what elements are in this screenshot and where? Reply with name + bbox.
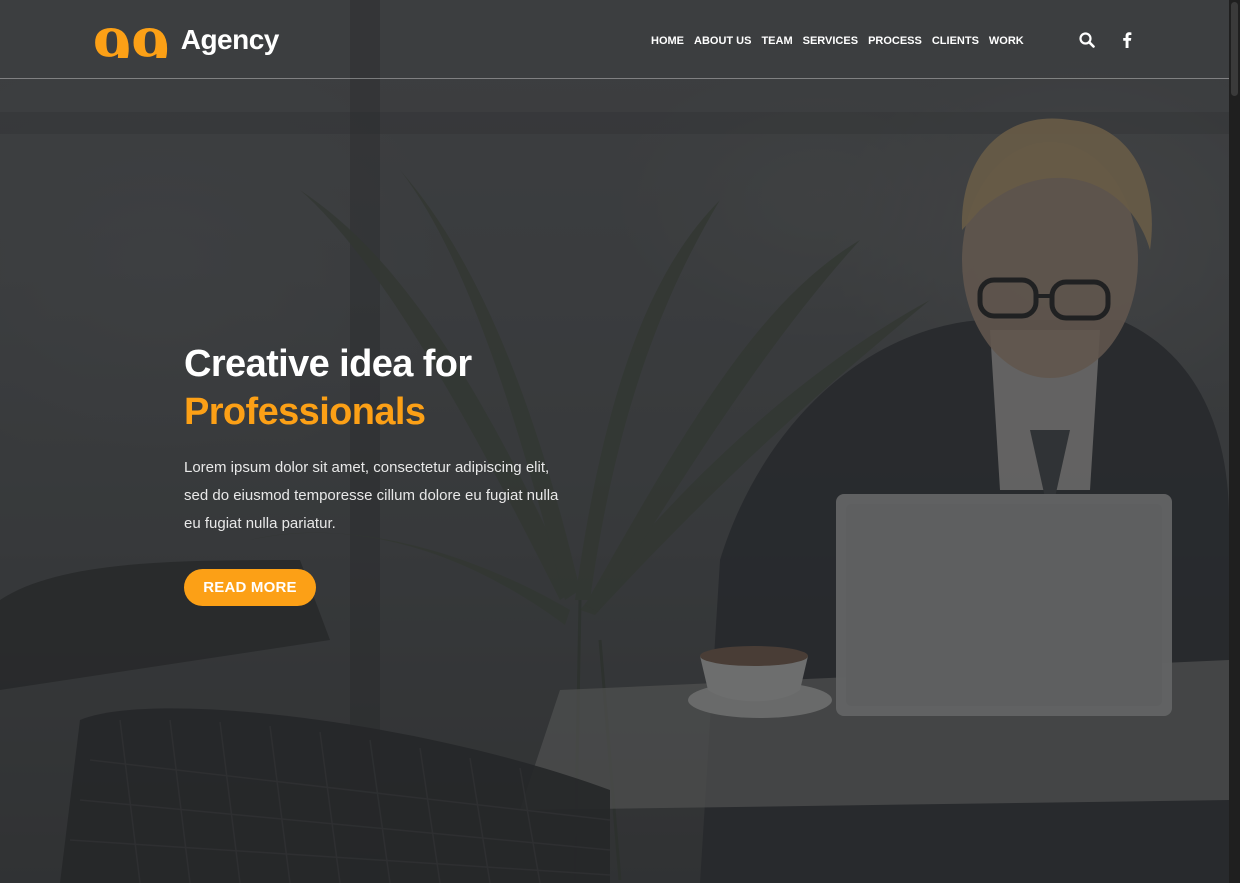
facebook-icon[interactable] [1116,29,1138,51]
nav-item-team[interactable]: TEAM [761,33,792,49]
logo-text: Agency [180,24,280,55]
read-more-button[interactable]: READ MORE [184,569,316,606]
hero-section: Creative idea for Professionals Lorem ip… [184,340,604,538]
nav-item-work[interactable]: WORK [989,33,1024,49]
logo[interactable]: 99 Agency [92,22,279,58]
main-nav: HOME ABOUT US TEAM SERVICES PROCESS CLIE… [651,33,1024,49]
nav-item-services[interactable]: SERVICES [803,33,858,49]
site-header: 99 Agency HOME ABOUT US TEAM SERVICES PR… [0,0,1229,79]
search-icon-glyph [1079,32,1095,48]
hero-title: Creative idea for Professionals [184,340,604,436]
page: 99 Agency HOME ABOUT US TEAM SERVICES PR… [0,0,1240,883]
hero-title-highlight: Professionals [184,391,426,433]
nav-item-process[interactable]: PROCESS [868,33,922,49]
nav-item-clients[interactable]: CLIENTS [932,33,979,49]
hero-title-line-1: Creative idea for [184,343,472,385]
hero-description: Lorem ipsum dolor sit amet, consectetur … [184,459,559,532]
nav-item-home[interactable]: HOME [651,33,684,49]
search-icon[interactable] [1076,29,1098,51]
logo-quote-icon: 99 [92,22,169,58]
nav-item-about-us[interactable]: ABOUT US [694,33,751,49]
scrollbar-thumb[interactable] [1231,2,1238,96]
facebook-icon-glyph [1123,32,1132,48]
scrollbar[interactable] [1229,0,1240,883]
